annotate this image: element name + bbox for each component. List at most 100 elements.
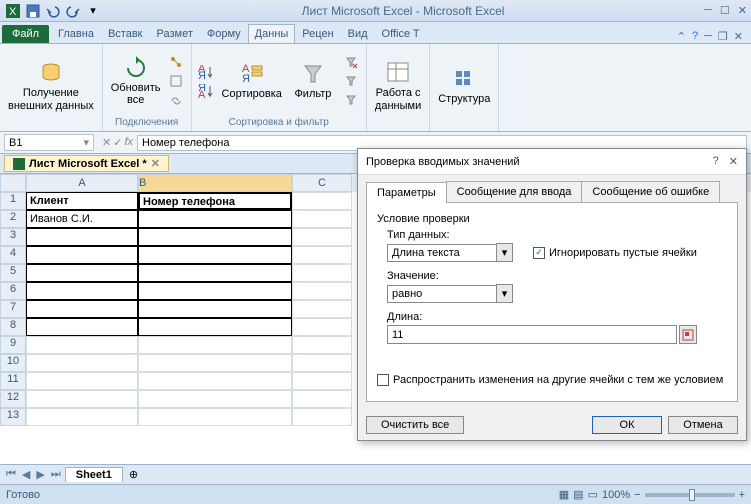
view-normal-icon[interactable]: ▦: [559, 488, 569, 501]
last-sheet-icon[interactable]: ⏭: [49, 468, 63, 481]
col-header-a[interactable]: A: [26, 174, 138, 192]
clear-all-button[interactable]: Очистить все: [366, 416, 464, 434]
help-icon[interactable]: ?: [713, 155, 719, 168]
refresh-all-button[interactable]: Обновить все: [109, 54, 163, 108]
dialog-titlebar[interactable]: Проверка вводимых значений ? ✕: [358, 149, 746, 175]
redo-icon[interactable]: [64, 2, 82, 20]
close-icon[interactable]: ✕: [729, 155, 738, 168]
cell[interactable]: [26, 408, 138, 426]
cell[interactable]: [138, 336, 292, 354]
name-box-input[interactable]: [9, 136, 69, 149]
cell[interactable]: [26, 228, 138, 246]
enter-fx-icon[interactable]: ✓: [113, 136, 122, 149]
cell[interactable]: [26, 318, 138, 336]
cell[interactable]: [292, 372, 352, 390]
cancel-button[interactable]: Отмена: [668, 416, 738, 434]
cell[interactable]: [26, 336, 138, 354]
properties-icon[interactable]: [167, 72, 185, 90]
help-icon[interactable]: ?: [692, 30, 698, 43]
workbook-tab[interactable]: Лист Microsoft Excel * ✕: [4, 155, 169, 172]
tab-review[interactable]: Рецен: [295, 24, 340, 43]
clear-filter-icon[interactable]: [342, 53, 360, 71]
cell[interactable]: [138, 408, 292, 426]
value-select[interactable]: равно ▾: [387, 284, 727, 303]
file-tab[interactable]: Файл: [2, 25, 49, 43]
chevron-down-icon[interactable]: ▾: [496, 243, 513, 262]
cell[interactable]: [138, 372, 292, 390]
cell[interactable]: Клиент: [26, 192, 138, 210]
zoom-in-icon[interactable]: +: [739, 489, 745, 501]
cell[interactable]: [26, 372, 138, 390]
cell[interactable]: Номер телефона: [138, 192, 292, 210]
ribbon-minimize-icon[interactable]: ⌃: [677, 30, 686, 43]
fx-icon[interactable]: fx: [124, 136, 133, 149]
win-minimize-icon[interactable]: ─: [704, 30, 712, 43]
propagate-checkbox[interactable]: Распространить изменения на другие ячейк…: [377, 374, 727, 386]
cell[interactable]: [292, 210, 352, 228]
qat-dropdown-icon[interactable]: ▾: [84, 2, 102, 20]
sort-az-icon[interactable]: АЯ: [198, 63, 216, 81]
cell[interactable]: [26, 300, 138, 318]
row-header[interactable]: 8: [0, 318, 26, 336]
win-restore-icon[interactable]: ❐: [718, 30, 728, 43]
cell[interactable]: [292, 354, 352, 372]
view-break-icon[interactable]: ▭: [588, 488, 598, 501]
save-icon[interactable]: [24, 2, 42, 20]
minimize-icon[interactable]: ─: [704, 4, 712, 17]
cell[interactable]: [26, 354, 138, 372]
row-header[interactable]: 9: [0, 336, 26, 354]
cell[interactable]: [292, 408, 352, 426]
row-header[interactable]: 5: [0, 264, 26, 282]
win-close-icon[interactable]: ✕: [734, 30, 743, 43]
next-sheet-icon[interactable]: ▶: [34, 468, 46, 481]
tab-office[interactable]: Office T: [375, 24, 427, 43]
close-tab-icon[interactable]: ✕: [151, 157, 160, 170]
tab-input-message[interactable]: Сообщение для ввода: [446, 181, 583, 202]
cell[interactable]: [292, 318, 352, 336]
advanced-icon[interactable]: [342, 91, 360, 109]
cell[interactable]: [292, 336, 352, 354]
cell[interactable]: [292, 264, 352, 282]
cell[interactable]: [292, 246, 352, 264]
tab-view[interactable]: Вид: [341, 24, 375, 43]
cell[interactable]: [138, 264, 292, 282]
cell[interactable]: [138, 390, 292, 408]
cell[interactable]: [26, 246, 138, 264]
select-all-corner[interactable]: [0, 174, 26, 192]
view-layout-icon[interactable]: ▤: [573, 488, 583, 501]
cell[interactable]: [292, 228, 352, 246]
connections-icon[interactable]: [167, 53, 185, 71]
cell[interactable]: [292, 300, 352, 318]
cell[interactable]: [292, 282, 352, 300]
cancel-fx-icon[interactable]: ✕: [102, 136, 111, 149]
chevron-down-icon[interactable]: ▾: [83, 136, 89, 149]
prev-sheet-icon[interactable]: ◀: [20, 468, 32, 481]
filter-button[interactable]: Фильтр: [288, 60, 338, 102]
cell[interactable]: [138, 246, 292, 264]
cell[interactable]: [292, 192, 352, 210]
cell[interactable]: [26, 264, 138, 282]
zoom-level[interactable]: 100%: [602, 489, 630, 501]
sheet-tab[interactable]: Sheet1: [65, 467, 123, 482]
cell[interactable]: [26, 390, 138, 408]
maximize-icon[interactable]: ☐: [720, 4, 730, 17]
cell[interactable]: [292, 390, 352, 408]
tab-parameters[interactable]: Параметры: [366, 182, 447, 203]
sort-button[interactable]: АЯ Сортировка: [220, 60, 284, 102]
ok-button[interactable]: ОК: [592, 416, 662, 434]
tab-error-alert[interactable]: Сообщение об ошибке: [581, 181, 720, 202]
cell[interactable]: [138, 318, 292, 336]
cell[interactable]: Иванов С.И.: [26, 210, 138, 228]
first-sheet-icon[interactable]: ⏮: [4, 468, 18, 481]
row-header[interactable]: 13: [0, 408, 26, 426]
name-box[interactable]: ▾: [4, 134, 94, 151]
length-input[interactable]: [387, 325, 677, 344]
cell[interactable]: [138, 300, 292, 318]
range-picker-icon[interactable]: [679, 325, 697, 344]
row-header[interactable]: 10: [0, 354, 26, 372]
col-header-b[interactable]: B: [138, 174, 292, 192]
new-sheet-icon[interactable]: ⊕: [125, 468, 142, 481]
cell[interactable]: [138, 282, 292, 300]
row-header[interactable]: 4: [0, 246, 26, 264]
cell[interactable]: [138, 210, 292, 228]
